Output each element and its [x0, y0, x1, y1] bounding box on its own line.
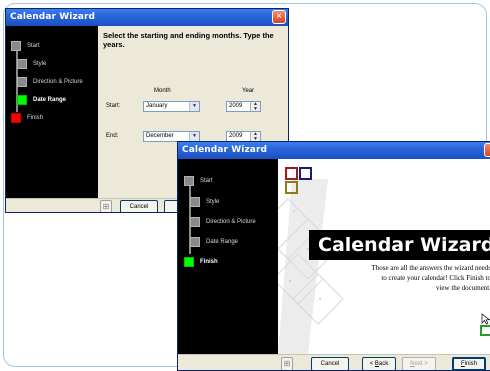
- step-finish-label: Finish: [27, 115, 44, 121]
- start-year-value: 2009: [229, 103, 243, 109]
- step-finish-label: Finish: [200, 259, 218, 265]
- button-bar: ⊞ Cancel < Back Next > Finish: [178, 354, 490, 370]
- finish-button[interactable]: Finish: [452, 357, 486, 370]
- step-date-range[interactable]: Date Range: [190, 235, 238, 249]
- help-icon[interactable]: ⊞: [281, 357, 293, 370]
- dropdown-arrow-icon[interactable]: ▼: [189, 102, 199, 111]
- step-finish-indicator: [11, 113, 21, 123]
- step-start[interactable]: Start: [11, 39, 40, 53]
- dropdown-arrow-icon[interactable]: ▼: [189, 132, 199, 141]
- calendar-wizard-window-finish: Calendar Wizard Start Style Direction & …: [177, 141, 490, 371]
- step-direction-picture[interactable]: Direction & Picture: [17, 75, 83, 89]
- spinner-icon[interactable]: ▲ ▼: [250, 102, 260, 111]
- step-date-range-indicator: [17, 95, 27, 105]
- step-direction-picture-label: Direction & Picture: [33, 79, 83, 85]
- back-rest: ack: [378, 361, 389, 367]
- finish-text-line-3: view the document.: [435, 284, 490, 292]
- end-month-value: December: [146, 133, 174, 139]
- help-icon[interactable]: ⊞: [100, 200, 112, 212]
- step-style-indicator: [190, 197, 200, 207]
- wizard-steps-sidebar: Start Style Direction & Picture Date Ran…: [178, 159, 278, 354]
- mouse-cursor-icon: [481, 313, 490, 325]
- start-month-value: January: [146, 103, 168, 109]
- start-month-select[interactable]: January ▼: [143, 101, 200, 112]
- next-button[interactable]: Next >: [402, 357, 436, 370]
- finish-panel: Calendar Wizard Those are all the answer…: [278, 159, 490, 354]
- step-start-label: Start: [27, 43, 40, 49]
- end-label: End:: [106, 133, 119, 139]
- logo-squares-icon: [285, 167, 312, 194]
- month-column-header: Month: [154, 88, 171, 94]
- spinner-icon[interactable]: ▲ ▼: [250, 132, 260, 141]
- step-direction-picture-indicator: [17, 77, 27, 87]
- step-style-indicator: [17, 59, 27, 69]
- step-finish[interactable]: Finish: [11, 111, 43, 125]
- window-title: Calendar Wizard: [6, 9, 288, 26]
- cancel-button[interactable]: Cancel: [311, 357, 349, 370]
- finish-heading: Calendar Wizard: [309, 230, 490, 260]
- close-icon[interactable]: [484, 143, 490, 157]
- step-start-label: Start: [200, 178, 213, 184]
- year-column-header: Year: [242, 88, 255, 94]
- step-style-label: Style: [206, 199, 220, 205]
- window-title: Calendar Wizard: [178, 142, 490, 159]
- step-direction-picture-label: Direction & Picture: [206, 219, 256, 225]
- step-start[interactable]: Start: [184, 174, 213, 188]
- finish-rest: inish: [464, 361, 477, 367]
- wizard-steps-sidebar: Start Style Direction & Picture Date Ran…: [6, 26, 98, 198]
- step-start-indicator: [11, 41, 21, 51]
- cancel-button[interactable]: Cancel: [120, 200, 158, 212]
- start-label: Start:: [106, 103, 121, 109]
- step-style-label: Style: [33, 61, 47, 67]
- close-icon[interactable]: ×: [272, 10, 286, 24]
- back-button[interactable]: < Back: [362, 357, 396, 370]
- finish-text-line-1: Those are all the answers the wizard nee…: [371, 264, 490, 272]
- end-year-value: 2009: [229, 133, 243, 139]
- finish-text-line-2: to create your calendar! Click Finish to: [381, 274, 490, 282]
- next-rest: ext >: [414, 361, 428, 367]
- step-date-range[interactable]: Date Range: [17, 93, 66, 107]
- finish-description: Those are all the answers the wizard nee…: [313, 263, 490, 293]
- green-square-icon: [480, 325, 490, 336]
- step-date-range-label: Date Range: [33, 97, 67, 103]
- step-direction-picture-indicator: [190, 217, 200, 227]
- step-style[interactable]: Style: [190, 195, 219, 209]
- step-direction-picture[interactable]: Direction & Picture: [190, 215, 256, 229]
- step-finish-indicator: [184, 257, 194, 267]
- step-finish[interactable]: Finish: [184, 255, 218, 269]
- step-date-range-indicator: [190, 237, 200, 247]
- step-date-range-label: Date Range: [206, 239, 239, 245]
- instruction-text: Select the starting and ending months. T…: [103, 31, 274, 49]
- step-style[interactable]: Style: [17, 57, 46, 71]
- start-year-spinner[interactable]: 2009 ▲ ▼: [226, 101, 261, 112]
- step-start-indicator: [184, 176, 194, 186]
